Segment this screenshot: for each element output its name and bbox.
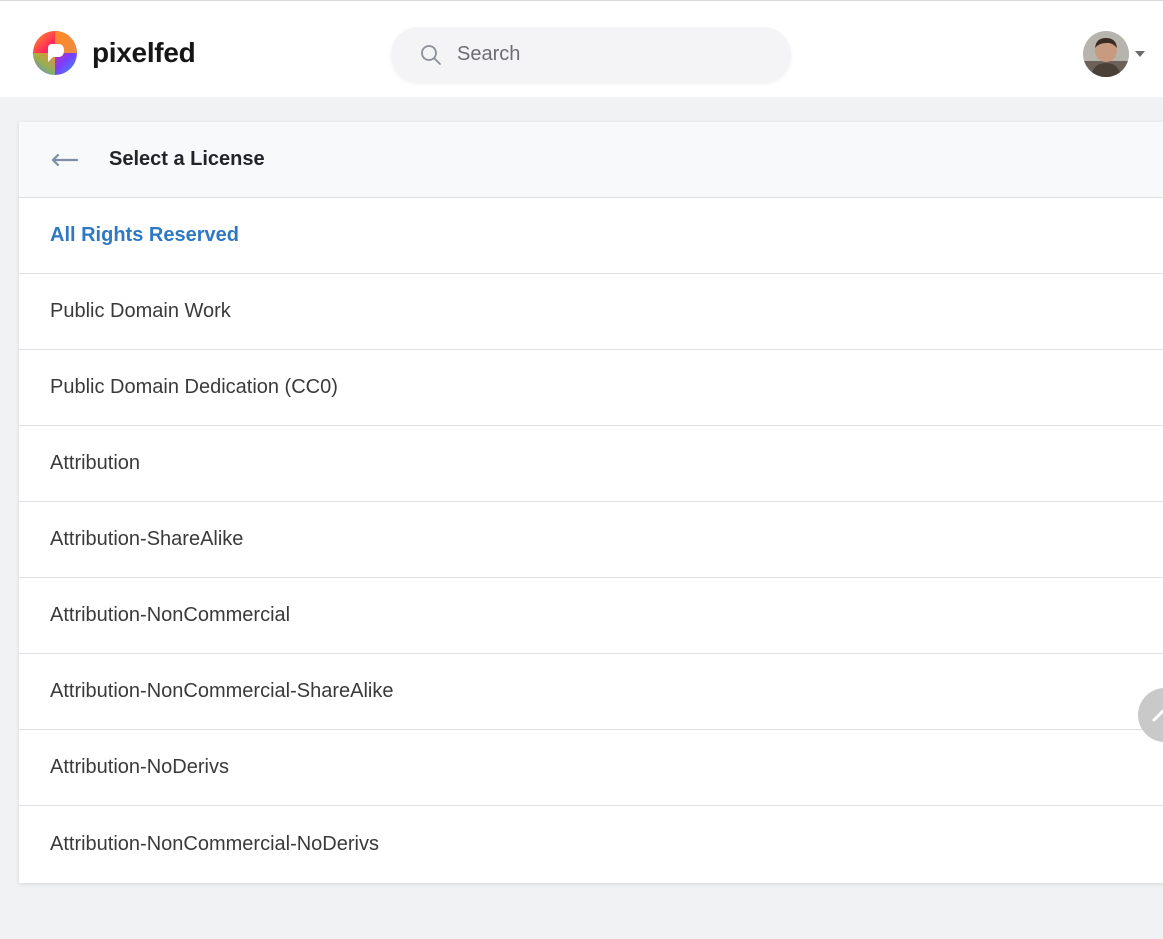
top-navbar: pixelfed [0,0,1163,97]
brand-link[interactable]: pixelfed [32,30,196,76]
license-option-attribution[interactable]: Attribution [19,426,1163,502]
search-icon [421,44,441,65]
license-option-cc0[interactable]: Public Domain Dedication (CC0) [19,350,1163,426]
account-menu[interactable] [1083,31,1145,77]
license-option-attribution-sharealike[interactable]: Attribution-ShareAlike [19,502,1163,578]
brand-name: pixelfed [92,37,196,68]
chevron-up-icon [1152,709,1163,722]
license-option-attribution-noncommercial[interactable]: Attribution-NonCommercial [19,578,1163,654]
license-selector-card: Select a License All Rights Reserved Pub… [19,122,1163,883]
license-option-attribution-noncommercial-sharealike[interactable]: Attribution-NonCommercial-ShareAlike [19,654,1163,730]
user-avatar[interactable] [1083,31,1129,77]
license-option-attribution-noncommercial-noderivs[interactable]: Attribution-NonCommercial-NoDerivs [19,806,1163,882]
search-box [391,27,791,82]
search-input[interactable] [457,43,757,66]
back-arrow-icon[interactable] [51,153,79,167]
page-title: Select a License [109,148,265,170]
pixelfed-logo-icon [33,31,77,75]
license-option-all-rights-reserved[interactable]: All Rights Reserved [19,198,1163,274]
license-option-attribution-noderivs[interactable]: Attribution-NoDerivs [19,730,1163,806]
license-list: All Rights Reserved Public Domain Work P… [19,198,1163,882]
caret-down-icon [1135,51,1145,57]
license-option-public-domain-work[interactable]: Public Domain Work [19,274,1163,350]
license-selector-header: Select a License [19,122,1163,198]
